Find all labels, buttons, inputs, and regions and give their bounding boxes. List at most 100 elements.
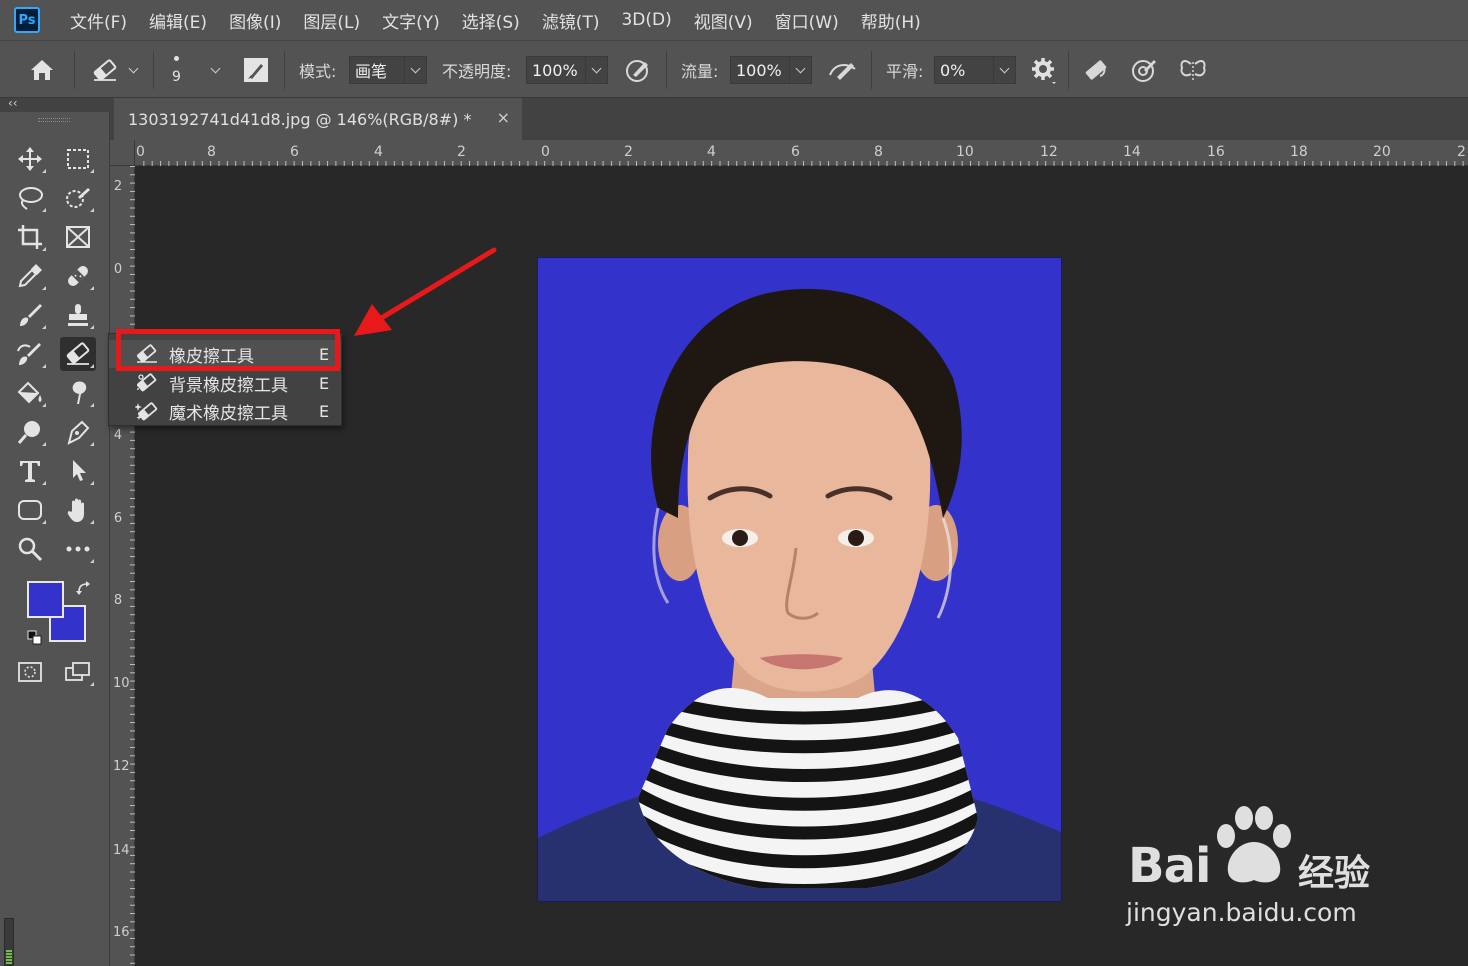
screen-mode-button[interactable]	[60, 655, 96, 689]
swap-colors-button[interactable]	[76, 580, 92, 600]
menu-edit[interactable]: 编辑(E)	[149, 8, 207, 33]
rectangle-tool[interactable]	[12, 493, 48, 527]
flow-field[interactable]: 100%	[730, 56, 812, 84]
pressure-size-icon	[1132, 60, 1156, 82]
zoom-icon	[18, 537, 43, 562]
menu-type[interactable]: 文字(Y)	[382, 8, 440, 33]
photoshop-logo: Ps	[14, 7, 40, 33]
flyout-item-background-eraser-tool[interactable]: 背景橡皮擦工具 E	[109, 369, 341, 397]
pen-tool[interactable]	[60, 415, 96, 449]
lasso-tool[interactable]	[12, 181, 48, 215]
type-tool[interactable]	[12, 454, 48, 488]
tool-preset-picker[interactable]	[90, 41, 139, 99]
eraser-tool[interactable]	[60, 337, 96, 371]
menu-window[interactable]: 窗口(W)	[775, 8, 839, 33]
menu-layer[interactable]: 图层(L)	[303, 8, 360, 33]
portrait-photo[interactable]	[537, 257, 1062, 902]
pressure-opacity-button[interactable]	[624, 41, 652, 99]
subtool-corner-icon	[42, 286, 46, 290]
flow-value: 100%	[736, 60, 782, 80]
eyedropper-tool[interactable]	[12, 259, 48, 293]
vertical-ruler[interactable]: 2 0 4 6 8 10 12 14 16	[110, 166, 135, 966]
hand-tool[interactable]	[60, 493, 96, 527]
brush-preset-picker[interactable]: 9	[172, 41, 181, 99]
move-tool[interactable]	[12, 142, 48, 176]
document-tab[interactable]: 1303192741d41d8.jpg @ 146%(RGB/8#) * ×	[114, 98, 522, 140]
brush-picker-dropdown[interactable]	[210, 41, 221, 99]
clone-stamp-tool[interactable]	[60, 298, 96, 332]
rectangular-marquee-tool[interactable]	[60, 142, 96, 176]
crop-tool[interactable]	[12, 220, 48, 254]
dodge-tool[interactable]	[12, 415, 48, 449]
brush-tool[interactable]	[12, 298, 48, 332]
eraser-icon	[66, 342, 90, 365]
subtool-corner-icon	[42, 481, 46, 485]
subtool-corner-icon	[42, 442, 46, 446]
subtool-corner-icon	[90, 169, 94, 173]
home-icon	[31, 60, 53, 80]
menu-view[interactable]: 视图(V)	[694, 8, 753, 33]
menu-select[interactable]: 选择(S)	[462, 8, 520, 33]
ruler-label: 2	[624, 144, 633, 160]
smoothing-field[interactable]: 0%	[934, 56, 1016, 84]
collapse-arrows-icon[interactable]: ‹‹	[8, 96, 18, 110]
zoom-tool[interactable]	[12, 532, 48, 566]
ruler-label: 10	[956, 144, 974, 160]
ruler-label: 18	[1290, 144, 1308, 160]
menu-help[interactable]: 帮助(H)	[861, 8, 921, 33]
menu-3d[interactable]: 3D(D)	[621, 10, 671, 30]
panel-resize-handle[interactable]	[4, 918, 14, 966]
swap-arrows-icon	[76, 581, 90, 595]
path-selection-tool[interactable]	[60, 454, 96, 488]
subtool-corner-icon	[90, 442, 94, 446]
opacity-field[interactable]: 100%	[526, 56, 608, 84]
brush-settings-toggle[interactable]	[242, 41, 270, 99]
subtool-corner-icon	[90, 520, 94, 524]
chevron-down-icon	[404, 57, 426, 83]
spot-healing-brush-tool[interactable]	[60, 259, 96, 293]
foreground-color-swatch[interactable]	[27, 581, 64, 618]
quick-mask-button[interactable]	[12, 655, 48, 689]
separator	[153, 51, 154, 89]
arrow-cursor-icon	[73, 460, 86, 481]
background-eraser-icon	[137, 373, 157, 392]
menu-file[interactable]: 文件(F)	[70, 8, 127, 33]
ruler-label: 2	[1457, 144, 1466, 160]
history-brush-tool[interactable]	[12, 337, 48, 371]
default-colors-button[interactable]	[27, 630, 43, 650]
flyout-item-shortcut: E	[319, 401, 330, 421]
pressure-size-button[interactable]	[1130, 41, 1158, 99]
brush-icon	[20, 304, 42, 326]
horizontal-ruler[interactable]: 0 8 6 4 2 0 2 4 6 8 10 12 14 16 18 20 2	[135, 140, 1468, 166]
close-icon[interactable]: ×	[497, 108, 510, 127]
smudge-tool[interactable]	[60, 376, 96, 410]
chevron-down-icon	[789, 57, 811, 83]
edit-toolbar-button[interactable]	[60, 532, 96, 566]
document-tab-bar: 1303192741d41d8.jpg @ 146%(RGB/8#) * ×	[110, 98, 1468, 140]
menu-image[interactable]: 图像(I)	[229, 8, 281, 33]
mode-select[interactable]: 画笔	[349, 56, 427, 84]
quick-selection-tool[interactable]	[60, 181, 96, 215]
crop-icon	[18, 225, 42, 249]
flyout-item-magic-eraser-tool[interactable]: 魔术橡皮擦工具 E	[109, 397, 341, 425]
panel-grip[interactable]	[38, 118, 70, 122]
subtool-corner-icon	[90, 403, 94, 407]
mode-label: 模式:	[299, 62, 337, 81]
paint-bucket-tool[interactable]	[12, 376, 48, 410]
subtool-corner-icon	[42, 364, 46, 368]
menu-filter[interactable]: 滤镜(T)	[542, 8, 600, 33]
smoothing-options-button[interactable]	[1030, 41, 1058, 99]
erase-to-history-button[interactable]	[1082, 41, 1110, 99]
subtool-corner-icon	[90, 481, 94, 485]
airbrush-button[interactable]	[827, 41, 859, 99]
symmetry-button[interactable]	[1178, 41, 1208, 99]
home-button[interactable]	[28, 41, 56, 99]
chevron-down-icon	[993, 57, 1015, 83]
subtool-corner-icon	[90, 325, 94, 329]
frame-tool[interactable]	[60, 220, 96, 254]
subtool-corner-icon	[90, 559, 94, 563]
ruler-origin[interactable]	[110, 140, 135, 166]
flyout-item-eraser-tool[interactable]: 橡皮擦工具 E	[109, 340, 341, 368]
smoothing-label: 平滑:	[886, 62, 924, 81]
separator	[284, 51, 285, 89]
